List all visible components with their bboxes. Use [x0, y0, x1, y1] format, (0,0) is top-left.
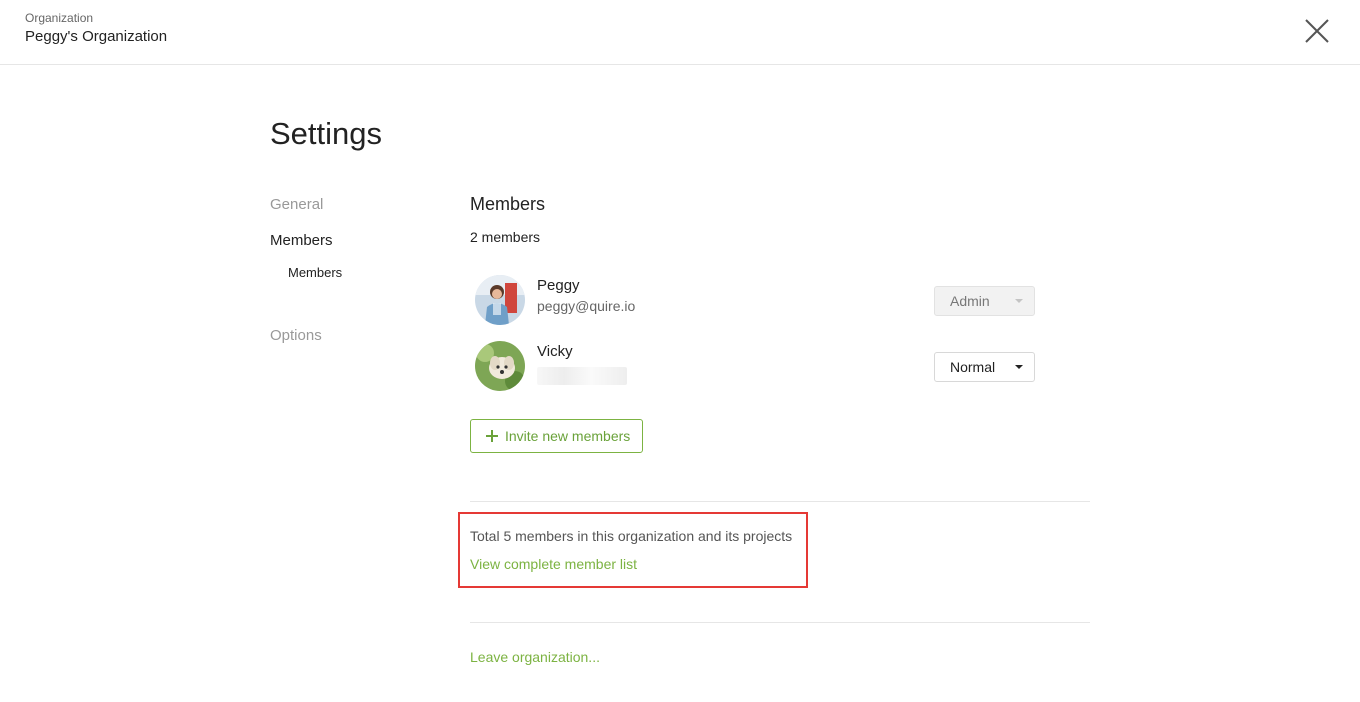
view-member-list-link[interactable]: View complete member list: [470, 556, 637, 572]
invite-label: Invite new members: [505, 428, 631, 444]
member-count: 2 members: [470, 229, 541, 245]
member-name: Vicky: [537, 343, 573, 360]
plus-icon: [486, 430, 498, 442]
invite-members-button[interactable]: Invite new members: [470, 419, 643, 453]
role-value: Admin: [950, 293, 990, 309]
member-name: Peggy: [537, 277, 580, 294]
divider: [470, 501, 1090, 502]
sidebar-item-general[interactable]: General: [270, 196, 323, 213]
chevron-down-icon: [1015, 365, 1023, 369]
org-caption: Organization: [25, 11, 94, 25]
highlight-annotation: [458, 512, 808, 588]
page-title: Settings: [270, 116, 383, 151]
chevron-down-icon: [1015, 299, 1023, 303]
top-bar: Organization Peggy's Organization: [0, 0, 1360, 65]
member-email-redacted: [537, 367, 627, 385]
org-name: Peggy's Organization: [25, 28, 168, 45]
total-members-text: Total 5 members in this organization and…: [470, 528, 793, 544]
close-icon: [1305, 19, 1329, 43]
member-email: peggy@quire.io: [537, 298, 636, 314]
close-button[interactable]: [1302, 16, 1332, 46]
avatar: [475, 275, 525, 325]
role-select-admin: Admin: [934, 286, 1035, 316]
avatar: [475, 341, 525, 391]
role-select-normal[interactable]: Normal: [934, 352, 1035, 382]
sidebar-subitem-members[interactable]: Members: [288, 265, 342, 280]
sidebar-item-members[interactable]: Members: [270, 232, 333, 249]
leave-organization-link[interactable]: Leave organization...: [470, 649, 600, 665]
role-value: Normal: [950, 359, 996, 375]
divider: [470, 622, 1090, 623]
members-section-title: Members: [470, 194, 546, 214]
sidebar-item-options[interactable]: Options: [270, 327, 322, 344]
